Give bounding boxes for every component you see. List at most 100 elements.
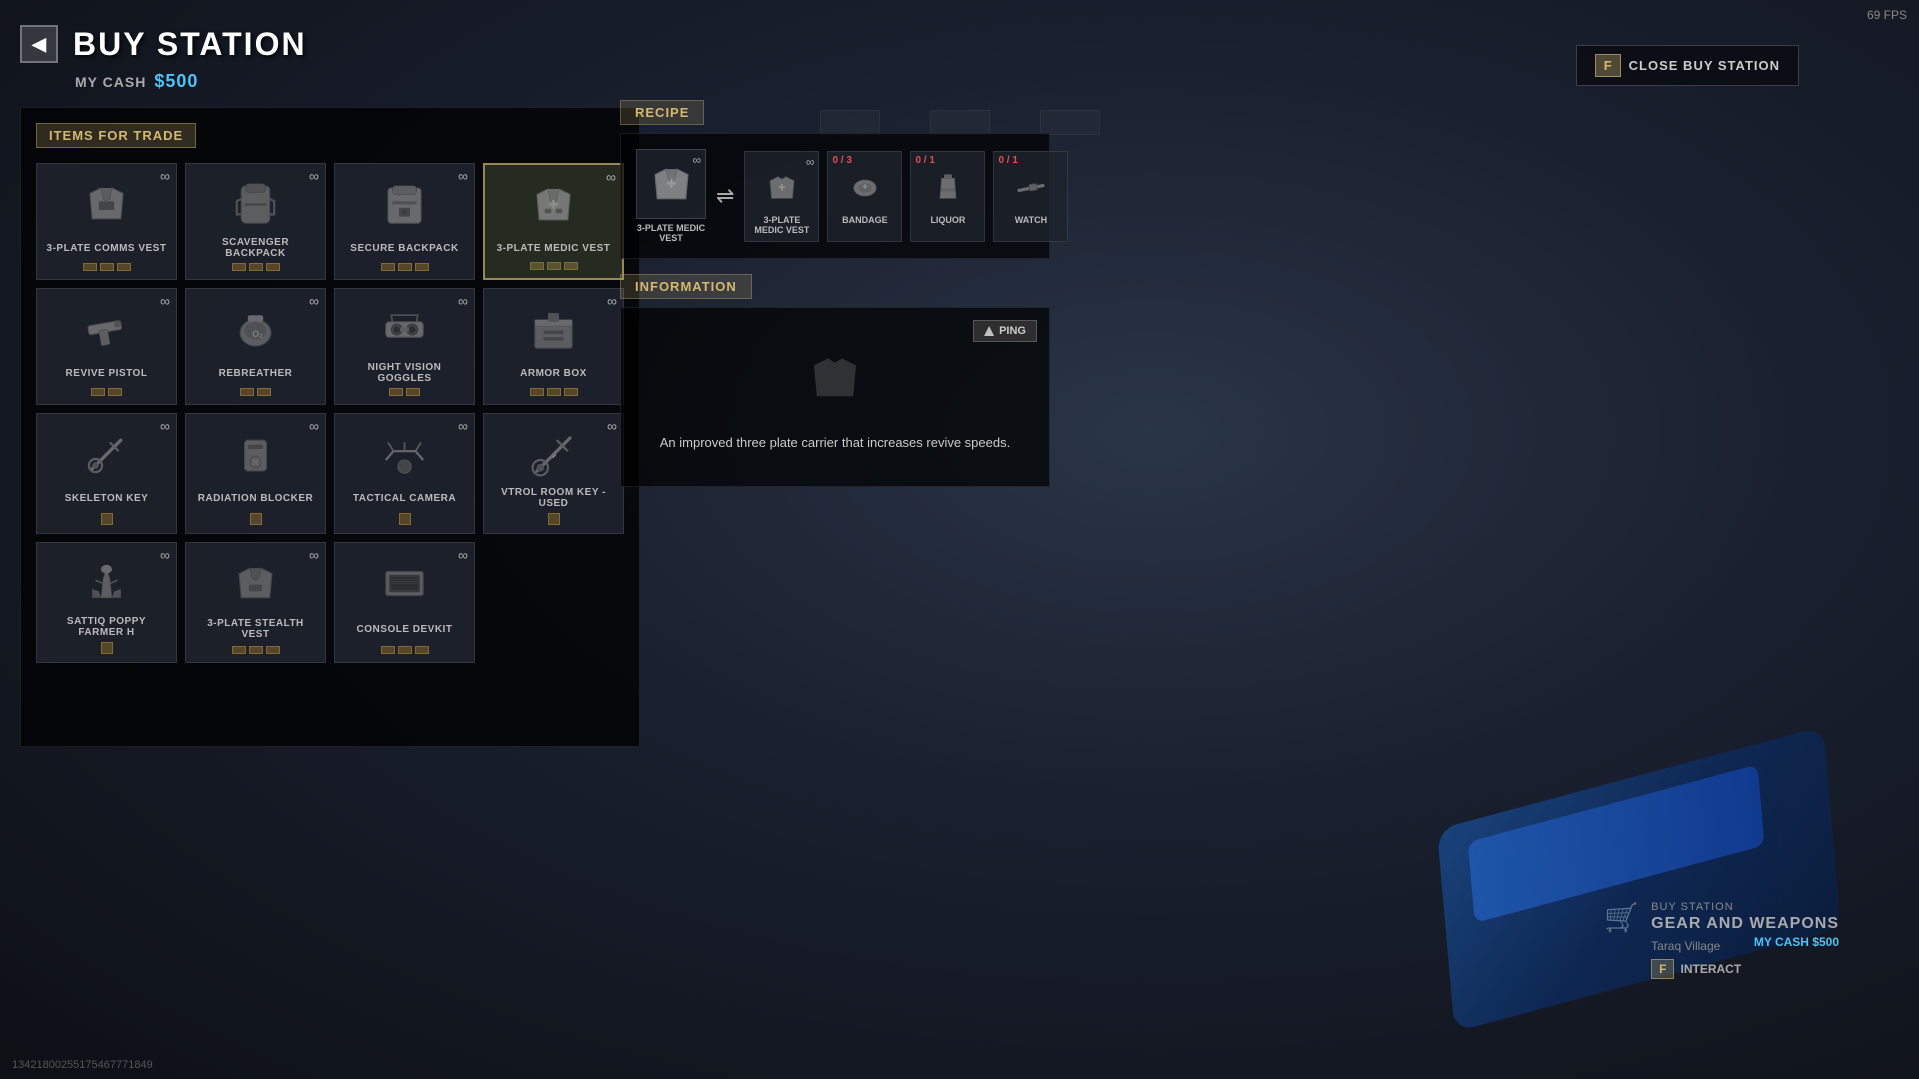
cash-amount: $500 (154, 71, 198, 92)
cash-display: MY CASH $500 (75, 71, 640, 92)
ping-icon (984, 326, 994, 336)
infinity-icon: ∞ (458, 169, 468, 183)
infinity-icon: ∞ (309, 294, 319, 308)
item-slots (389, 388, 420, 396)
item-name: SATTIQ POPPY FARMER H (45, 616, 168, 638)
item-name: 3-PLATE MEDIC VEST (497, 243, 611, 254)
item-icon (377, 556, 432, 611)
item-slots (381, 263, 429, 271)
infinity-icon: ∞ (458, 419, 468, 433)
item-slots (101, 513, 113, 525)
main-panel: ◀ BUY STATION MY CASH $500 ITEMS FOR TRA… (20, 25, 640, 747)
ping-label: PING (999, 325, 1026, 337)
item-name: RADIATION BLOCKER (198, 493, 314, 504)
item-card-scavenger-backpack[interactable]: ∞ SCAVENGER BACKPACK (185, 163, 326, 280)
buy-station-location: Taraq Village (1651, 939, 1720, 953)
buy-station-cash: MY CASH $500 (1754, 935, 1839, 953)
information-header: INFORMATION (620, 274, 752, 299)
item-slots (381, 646, 429, 654)
item-card-rebreather[interactable]: ∞ O₂ REBREATHER (185, 288, 326, 405)
right-panel: RECIPE ∞ 3-PLATE MEDIC VEST ⇌ (620, 100, 1050, 487)
item-name: CONSOLE DEVKIT (357, 624, 453, 635)
recipe-input-icon (759, 166, 804, 211)
item-name: NIGHT VISION GOGGLES (343, 362, 466, 384)
recipe-section: RECIPE ∞ 3-PLATE MEDIC VEST ⇌ (620, 100, 1050, 259)
item-icon (228, 177, 283, 232)
item-card-stealth-vest[interactable]: ∞ 3-PLATE STEALTH VEST (185, 542, 326, 663)
item-name: VTROL ROOM KEY - USED (492, 487, 615, 509)
infinity-icon: ∞ (160, 548, 170, 562)
item-slots (240, 388, 271, 396)
page-title: BUY STATION (73, 26, 307, 63)
infinity-icon: ∞ (606, 170, 616, 184)
item-card-radiation-blocker[interactable]: ∞ RADIATION BLOCKER (185, 413, 326, 534)
item-icon (79, 302, 134, 357)
item-slots (548, 513, 560, 525)
recipe-input-name: LIQUOR (930, 215, 965, 225)
item-card-vtrol-key[interactable]: ∞ VTROL ROOM KEY - USED (483, 413, 624, 534)
item-icon (526, 302, 581, 357)
infinity-icon: ∞ (607, 294, 617, 308)
item-card-tactical-camera[interactable]: ∞ TACTICAL CAMERA (334, 413, 475, 534)
back-button[interactable]: ◀ (20, 25, 58, 63)
item-card-sattiq-farmer[interactable]: ∞ SATTIQ POPPY FARMER H (36, 542, 177, 663)
infinity-icon: ∞ (160, 294, 170, 308)
cart-icon: 🛒 (1604, 901, 1639, 934)
back-icon: ◀ (32, 34, 46, 55)
item-slots (250, 513, 262, 525)
recipe-content: ∞ 3-PLATE MEDIC VEST ⇌ ∞ (620, 133, 1050, 259)
item-card-comms-vest[interactable]: ∞ 3-PLATE COMMS VEST (36, 163, 177, 280)
item-card-medic-vest[interactable]: ∞ 3-PLATE MEDIC VEST (483, 163, 624, 280)
item-card-armor-box[interactable]: ∞ ARMOR BOX (483, 288, 624, 405)
item-icon (228, 427, 283, 482)
info-item-ghost (795, 338, 875, 418)
item-name: SECURE BACKPACK (350, 243, 458, 254)
item-name: SCAVENGER BACKPACK (194, 237, 317, 259)
recipe-input-liquor: 0 / 1 LIQUOR (910, 151, 985, 242)
close-key: F (1595, 54, 1621, 77)
recipe-input-watch: 0 / 1 WATCH (993, 151, 1068, 242)
recipe-input-name: BANDAGE (842, 215, 888, 225)
item-icon (79, 427, 134, 482)
recipe-count: 0 / 1 (915, 155, 934, 166)
recipe-input-medic-vest: ∞ 3-PLATE MEDIC VEST (744, 151, 819, 242)
infinity-icon: ∞ (309, 548, 319, 562)
item-card-secure-backpack[interactable]: ∞ SECURE BACKPACK (334, 163, 475, 280)
item-name: TACTICAL CAMERA (353, 493, 456, 504)
item-icon (377, 302, 432, 357)
recipe-output-icon: ∞ (636, 149, 706, 219)
recipe-count: 0 / 1 (998, 155, 1017, 166)
recipe-input-bandage: 0 / 3 BANDAGE (827, 151, 902, 242)
fps-counter: 69 FPS (1867, 8, 1907, 22)
cash-label: MY CASH (75, 74, 146, 90)
ping-button[interactable]: PING (973, 320, 1037, 342)
cart-icon-wrap: 🛒 BUY STATION GEAR AND WEAPONS Taraq Vil… (1604, 901, 1839, 979)
buy-station-text: BUY STATION GEAR AND WEAPONS Taraq Villa… (1651, 901, 1839, 979)
infinity-icon: ∞ (309, 169, 319, 183)
info-description: An improved three plate carrier that inc… (641, 433, 1029, 453)
close-buy-station-button[interactable]: F CLOSE BUY STATION (1576, 45, 1799, 86)
svg-text:O₂: O₂ (252, 329, 263, 339)
item-slots (83, 263, 131, 271)
recipe-input-icon (1008, 166, 1053, 211)
item-icon (526, 178, 581, 233)
item-name: ARMOR BOX (520, 368, 587, 379)
item-slots (232, 263, 280, 271)
infinity-icon: ∞ (309, 419, 319, 433)
items-grid: ∞ 3-PLATE COMMS VEST ∞ (36, 163, 624, 663)
interact-row: F INTERACT (1651, 959, 1839, 979)
item-name: 3-PLATE COMMS VEST (47, 243, 167, 254)
item-slots (530, 388, 578, 396)
item-card-skeleton-key[interactable]: ∞ SKELETON KEY (36, 413, 177, 534)
item-card-nvg[interactable]: ∞ NIGHT VISION GOGGLES (334, 288, 475, 405)
item-card-revive-pistol[interactable]: ∞ REVIVE PISTOL (36, 288, 177, 405)
item-card-console-devkit[interactable]: ∞ CONSOLE DEVKIT (334, 542, 475, 663)
item-name: REVIVE PISTOL (66, 368, 148, 379)
close-label: CLOSE BUY STATION (1629, 58, 1780, 73)
item-icon (79, 177, 134, 232)
infinity-icon: ∞ (458, 548, 468, 562)
recipe-input-name: 3-PLATE MEDIC VEST (751, 215, 812, 235)
buy-station-sublabel: GEAR AND WEAPONS (1651, 915, 1839, 933)
session-id: 13421800255175467771849 (12, 1059, 153, 1071)
item-icon (377, 427, 432, 482)
